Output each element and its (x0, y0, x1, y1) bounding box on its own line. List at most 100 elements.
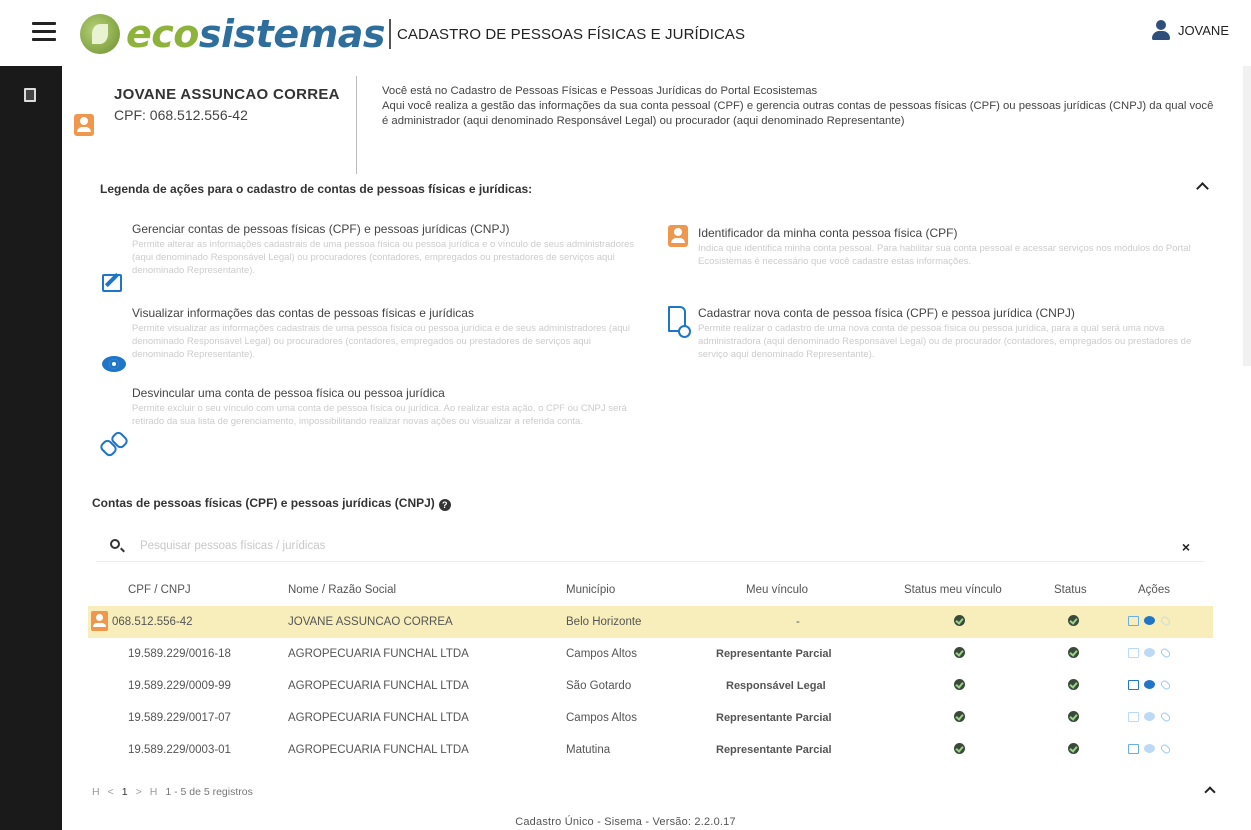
column-header[interactable]: Município (566, 584, 615, 596)
row-city: São Gotardo (566, 680, 632, 692)
user-icon (1151, 20, 1170, 40)
legend-item-unlink: Desvincular uma conta de pessoa física o… (132, 386, 627, 427)
user-menu[interactable]: JOVANE (1151, 20, 1229, 40)
unlink-icon[interactable] (1159, 710, 1172, 724)
row-name: AGROPECUARIA FUNCHAL LTDA (288, 712, 469, 724)
status-ok-icon (1068, 679, 1079, 690)
prev-page-button[interactable]: < (108, 786, 114, 798)
row-name: AGROPECUARIA FUNCHAL LTDA (288, 648, 469, 660)
sidebar-document-icon[interactable] (24, 88, 36, 102)
last-page-button[interactable]: H (150, 786, 158, 798)
status-ok-icon (1068, 647, 1079, 658)
chevron-up-icon (1204, 786, 1216, 798)
row-doc: 19.589.229/0017-07 (128, 712, 231, 724)
profile-name: JOVANE ASSUNCAO CORREA (114, 86, 340, 103)
legend-item-identifier: Identificador da minha conta pessoa físi… (698, 226, 1191, 267)
own-account-person-icon (91, 611, 108, 631)
table-row[interactable]: 19.589.229/0009-99 AGROPECUARIA FUNCHAL … (88, 670, 1213, 702)
intro-line-2: Aqui você realiza a gestão das informaçõ… (382, 100, 1214, 127)
column-header[interactable]: Nome / Razão Social (288, 584, 396, 596)
profile-divider (356, 76, 357, 174)
legend-item-view: Visualizar informações das contas de pes… (132, 306, 630, 360)
row-link: Responsável Legal (726, 680, 826, 692)
close-icon[interactable]: × (1182, 540, 1190, 554)
eye-icon[interactable] (1144, 712, 1155, 721)
legend-item-register: Cadastrar nova conta de pessoa física (C… (698, 306, 1192, 360)
document-icon (668, 306, 691, 338)
table-row[interactable]: 19.589.229/0017-07 AGROPECUARIA FUNCHAL … (88, 702, 1213, 734)
footer-version: Cadastro Único - Sisema - Versão: 2.2.0.… (515, 816, 736, 828)
logo-text: ecosistemas (126, 12, 385, 56)
search-icon (110, 539, 120, 549)
accounts-title: Contas de pessoas físicas (CPF) e pessoa… (92, 496, 451, 511)
row-link: Representante Parcial (716, 744, 832, 756)
column-header: Ações (1138, 584, 1170, 596)
sidebar (0, 66, 62, 830)
column-header[interactable]: Status (1054, 584, 1087, 596)
row-doc: 19.589.229/0003-01 (128, 744, 231, 756)
page-title: CADASTRO DE PESSOAS FÍSICAS E JURÍDICAS (396, 25, 746, 43)
column-header[interactable]: CPF / CNPJ (128, 584, 191, 596)
search-input[interactable] (140, 536, 1040, 556)
row-doc: 068.512.556-42 (112, 616, 193, 628)
app-header: ecosistemas CADASTRO DE PESSOAS FÍSICAS … (0, 0, 1251, 66)
chevron-up-icon (1195, 182, 1209, 195)
link-status-ok-icon (954, 711, 965, 722)
edit-icon[interactable] (1128, 616, 1139, 626)
row-link: Representante Parcial (716, 648, 832, 660)
scroll-top-button[interactable] (1199, 780, 1221, 802)
status-ok-icon (1068, 743, 1079, 754)
edit-icon[interactable] (1128, 680, 1139, 690)
edit-icon[interactable] (1128, 648, 1139, 658)
pagination-summary: 1 - 5 de 5 registros (165, 786, 253, 798)
collapse-legend-button[interactable] (1193, 178, 1211, 196)
pagination: H < 1 > H 1 - 5 de 5 registros (92, 786, 253, 798)
user-name: JOVANE (1177, 22, 1229, 38)
person-icon (668, 225, 688, 247)
accounts-table: CPF / CNPJ Nome / Razão Social Município… (88, 576, 1213, 766)
unlink-icon[interactable] (1159, 646, 1172, 660)
eye-icon[interactable] (1144, 616, 1155, 625)
logo-divider (388, 19, 391, 49)
row-doc: 19.589.229/0009-99 (128, 680, 231, 692)
menu-icon[interactable] (32, 22, 56, 42)
table-row[interactable]: 068.512.556-42 JOVANE ASSUNCAO CORREA Be… (88, 606, 1213, 638)
row-link: - (796, 616, 800, 628)
table-row[interactable]: 19.589.229/0003-01 AGROPECUARIA FUNCHAL … (88, 734, 1213, 766)
first-page-button[interactable]: H (92, 786, 100, 798)
row-city: Campos Altos (566, 712, 637, 724)
eye-icon[interactable] (1144, 744, 1155, 753)
unlink-icon (102, 432, 124, 452)
link-status-ok-icon (954, 679, 965, 690)
page-number[interactable]: 1 (122, 786, 128, 798)
legend-item-manage: Gerenciar contas de pessoas físicas (CPF… (132, 222, 635, 276)
profile-person-icon (74, 114, 94, 136)
eye-icon (102, 356, 126, 372)
unlink-icon[interactable] (1159, 742, 1172, 756)
intro-line-1: Você está no Cadastro de Pessoas Físicas… (382, 85, 818, 97)
row-doc: 19.589.229/0016-18 (128, 648, 231, 660)
column-header[interactable]: Meu vínculo (746, 584, 808, 596)
table-row[interactable]: 19.589.229/0016-18 AGROPECUARIA FUNCHAL … (88, 638, 1213, 670)
status-ok-icon (1068, 711, 1079, 722)
logo[interactable]: ecosistemas CADASTRO DE PESSOAS FÍSICAS … (80, 12, 745, 56)
help-icon[interactable]: ? (438, 499, 451, 511)
row-link: Representante Parcial (716, 712, 832, 724)
eye-icon[interactable] (1144, 648, 1155, 657)
profile-cpf: CPF: 068.512.556-42 (114, 107, 248, 123)
edit-icon[interactable] (1128, 744, 1139, 754)
legend-title: Legenda de ações para o cadastro de cont… (100, 182, 533, 196)
eye-icon[interactable] (1144, 680, 1155, 689)
column-header[interactable]: Status meu vínculo (904, 584, 1002, 596)
status-ok-icon (1068, 615, 1079, 626)
unlink-icon[interactable] (1159, 678, 1172, 692)
next-page-button[interactable]: > (136, 786, 142, 798)
intro-text: Você está no Cadastro de Pessoas Físicas… (382, 84, 1222, 129)
edit-icon[interactable] (1128, 712, 1139, 722)
search-bar: × (96, 530, 1204, 562)
row-city: Campos Altos (566, 648, 637, 660)
link-status-ok-icon (954, 743, 965, 754)
table-header: CPF / CNPJ Nome / Razão Social Município… (88, 576, 1213, 606)
page-scrollbar[interactable] (1243, 66, 1251, 366)
row-name: AGROPECUARIA FUNCHAL LTDA (288, 744, 469, 756)
